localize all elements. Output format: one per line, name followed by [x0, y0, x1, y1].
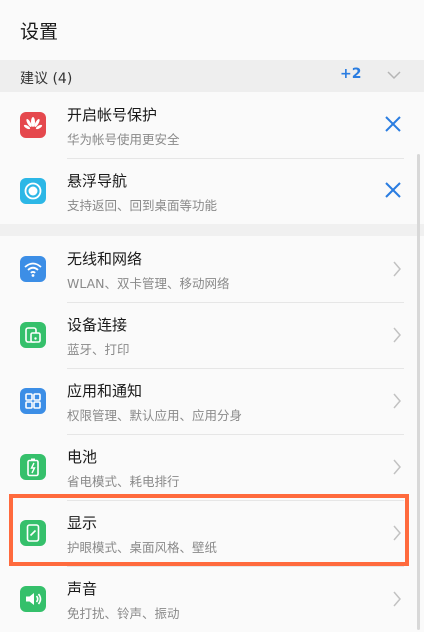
item-title: 无线和网络: [67, 250, 143, 268]
suggestion-subtitle: 支持返回、回到桌面等功能: [67, 198, 218, 213]
header: 设置: [0, 0, 424, 60]
sound-icon: [20, 586, 46, 612]
suggestion-item-account-protection[interactable]: 开启帐号保护 华为帐号使用更安全: [0, 92, 424, 158]
suggestions-header[interactable]: 建议 (4) +2: [0, 60, 424, 92]
item-title: 声音: [67, 580, 98, 598]
scrollbar[interactable]: [417, 154, 420, 630]
chevron-right-icon: [393, 261, 401, 277]
suggestion-subtitle: 华为帐号使用更安全: [67, 132, 180, 147]
settings-item-device-connection[interactable]: 设备连接 蓝牙、打印: [0, 302, 424, 368]
floating-nav-icon: [20, 178, 46, 204]
settings-item-battery[interactable]: 电池 省电模式、耗电排行: [0, 434, 424, 500]
item-title: 设备连接: [67, 316, 128, 334]
suggestions-label: 建议 (4): [20, 71, 73, 87]
settings-item-apps-notifications[interactable]: 应用和通知 权限管理、默认应用、应用分身: [0, 368, 424, 434]
settings-list: 无线和网络 WLAN、双卡管理、移动网络 设备连接 蓝牙、打印 应用和通知 权限…: [0, 236, 424, 632]
chevron-right-icon: [393, 393, 401, 409]
battery-icon: [20, 454, 46, 480]
item-subtitle: 权限管理、默认应用、应用分身: [67, 408, 243, 423]
huawei-logo-icon: [20, 112, 46, 138]
suggestion-title: 悬浮导航: [67, 172, 128, 190]
suggestion-item-floating-nav[interactable]: 悬浮导航 支持返回、回到桌面等功能: [0, 158, 424, 224]
chevron-right-icon: [393, 327, 401, 343]
close-icon[interactable]: [383, 114, 403, 134]
settings-item-sound[interactable]: 声音 免打扰、铃声、振动: [0, 566, 424, 632]
item-subtitle: 蓝牙、打印: [67, 342, 130, 357]
page-title: 设置: [20, 21, 59, 43]
suggestions-list: 开启帐号保护 华为帐号使用更安全 悬浮导航 支持返回、回到桌面等功能: [0, 92, 424, 224]
item-subtitle: 省电模式、耗电排行: [67, 474, 180, 489]
close-icon[interactable]: [383, 180, 403, 200]
chevron-right-icon: [393, 591, 401, 607]
item-subtitle: WLAN、双卡管理、移动网络: [67, 276, 230, 291]
item-title: 电池: [67, 448, 98, 466]
chevron-right-icon: [393, 459, 401, 475]
settings-item-wireless-network[interactable]: 无线和网络 WLAN、双卡管理、移动网络: [0, 236, 424, 302]
device-connect-icon: [20, 322, 46, 348]
section-gap: [0, 224, 424, 236]
item-title: 应用和通知: [67, 382, 143, 400]
suggestions-more-count[interactable]: +2: [340, 66, 361, 82]
wifi-icon: [20, 256, 46, 282]
suggestion-title: 开启帐号保护: [67, 106, 158, 124]
chevron-down-icon[interactable]: [385, 66, 403, 84]
item-subtitle: 免打扰、铃声、振动: [67, 606, 180, 621]
apps-grid-icon: [20, 388, 46, 414]
highlight-box: [9, 494, 409, 566]
